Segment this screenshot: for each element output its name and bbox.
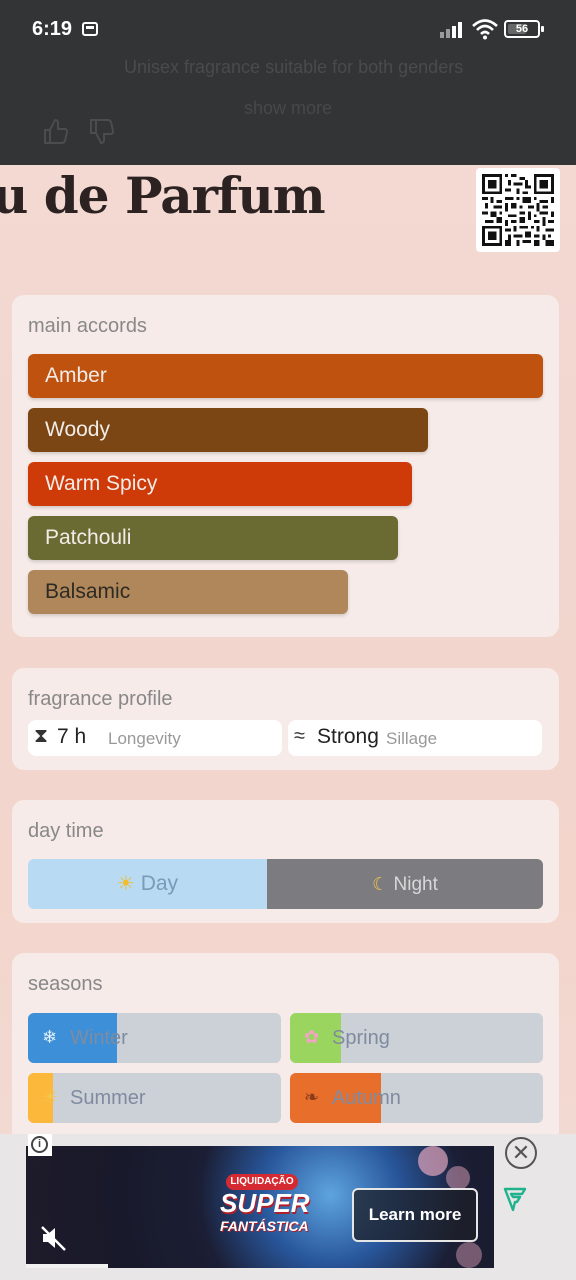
main-accords-card: main accords Amber Woody Warm Spicy Patchou… — [12, 295, 559, 637]
fragrance-profile-card: fragrance profile ⧗ 7 h Longevity ≈ Stro… — [12, 668, 559, 770]
day-label: Day — [140, 872, 179, 895]
day-segment[interactable]: ☀ Day — [28, 859, 267, 909]
notification-icon — [82, 22, 98, 36]
winter-icon: ❄ — [42, 1027, 58, 1047]
sillage-label: Sillage — [386, 729, 438, 748]
autumn-icon: ❧ — [304, 1087, 320, 1107]
night-segment[interactable]: ☾ Night — [267, 859, 543, 909]
moon-icon: ☾ — [372, 874, 389, 894]
hourglass-icon: ⧗ — [34, 725, 49, 747]
ad-logo-main: SUPER — [220, 1188, 310, 1218]
accord-bar-warm-spicy[interactable]: Warm Spicy — [28, 462, 412, 506]
accord-bar-patchouli[interactable]: Patchouli — [28, 516, 398, 560]
thumbs-up-icon[interactable] — [42, 116, 68, 146]
sillage-box[interactable]: ≈ Strong Sillage — [288, 720, 542, 756]
learn-more-button[interactable]: Learn more — [352, 1188, 478, 1242]
unisex-description: Unisex fragrance suitable for both gende… — [124, 57, 464, 77]
muted-speaker-icon[interactable] — [40, 1224, 68, 1252]
ad-creative[interactable]: LIQUIDAÇÃO SUPER FANTÁSTICA Learn more — [26, 1146, 494, 1268]
day-time-heading: day time — [28, 820, 104, 842]
thumbs-down-icon[interactable] — [88, 116, 114, 146]
season-spring[interactable]: ✿ Spring — [290, 1013, 543, 1063]
show-more-link[interactable]: show more — [0, 98, 576, 119]
battery-level: 56 — [515, 23, 529, 35]
ad-brand-logo: LIQUIDAÇÃO SUPER FANTÁSTICA — [220, 1168, 310, 1242]
season-label: Spring — [332, 1027, 390, 1049]
status-time: 6:19 — [32, 18, 73, 40]
season-winter[interactable]: ❄ Winter — [28, 1013, 281, 1063]
accord-bar-balsamic[interactable]: Balsamic — [28, 570, 348, 614]
longevity-box[interactable]: ⧗ 7 h Longevity — [28, 720, 282, 756]
qr-code[interactable] — [476, 168, 560, 252]
sillage-value: Strong — [317, 725, 379, 748]
ad-info-icon[interactable]: i — [28, 1134, 52, 1156]
waves-icon: ≈ — [294, 725, 305, 747]
day-night-bar: ☀ Day ☾ Night — [28, 859, 543, 909]
ad-close-icon[interactable]: ✕ — [505, 1137, 537, 1169]
main-accords-heading: main accords — [28, 315, 147, 337]
seasons-heading: seasons — [28, 973, 103, 995]
cellular-signal-icon — [440, 20, 466, 38]
seasons-card: seasons ❄ Winter ✿ Spring ☀ Summer ❧ Autumn — [12, 953, 559, 1143]
season-label: Winter — [70, 1027, 128, 1049]
longevity-label: Longevity — [108, 729, 181, 748]
season-label: Summer — [70, 1087, 146, 1109]
ad-progress-bar — [26, 1264, 108, 1268]
summer-icon: ☀ — [42, 1087, 59, 1107]
day-time-card: day time ☀ Day ☾ Night — [12, 800, 559, 923]
sun-icon: ☀ — [116, 873, 135, 895]
collapsed-header: Unisex fragrance suitable for both gende… — [0, 57, 576, 165]
ad-logo-sub: FANTÁSTICA — [220, 1218, 309, 1234]
season-summer[interactable]: ☀ Summer — [28, 1073, 281, 1123]
season-autumn[interactable]: ❧ Autumn — [290, 1073, 543, 1123]
battery-icon: 56 — [504, 20, 544, 38]
season-label: Autumn — [332, 1087, 401, 1109]
spring-icon: ✿ — [304, 1027, 320, 1047]
longevity-value: 7 h — [57, 725, 87, 748]
accord-bar-woody[interactable]: Woody — [28, 408, 428, 452]
night-label: Night — [393, 874, 438, 895]
wifi-icon — [472, 19, 498, 40]
accord-bar-amber[interactable]: Amber — [28, 354, 543, 398]
status-bar: 6:19 56 — [0, 0, 576, 60]
perfume-title: u de Parfum — [0, 166, 326, 225]
fragrance-profile-heading: fragrance profile — [28, 688, 173, 710]
ad-network-icon[interactable] — [502, 1186, 528, 1212]
qr-code-image — [482, 174, 554, 246]
